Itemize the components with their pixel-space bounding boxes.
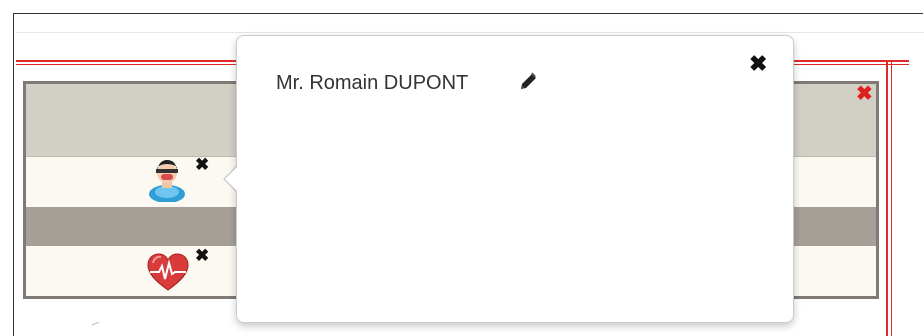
patient-popover: Mr. Romain DUPONT ✖: [236, 35, 794, 323]
popover-close-icon[interactable]: ✖: [749, 53, 767, 75]
remove-patient-icon[interactable]: ✖: [195, 156, 209, 173]
pencil-icon[interactable]: [517, 71, 539, 93]
heart-monitor-icon[interactable]: [146, 252, 190, 294]
popover-arrow-inner: [225, 166, 238, 192]
remove-monitor-icon[interactable]: ✖: [195, 247, 209, 264]
top-divider: [16, 32, 924, 33]
panel-close-icon[interactable]: ✖: [856, 84, 873, 104]
patient-name: Mr. Romain DUPONT: [276, 72, 469, 94]
patient-avatar-icon[interactable]: [146, 156, 188, 202]
red-border-right: [886, 60, 892, 336]
